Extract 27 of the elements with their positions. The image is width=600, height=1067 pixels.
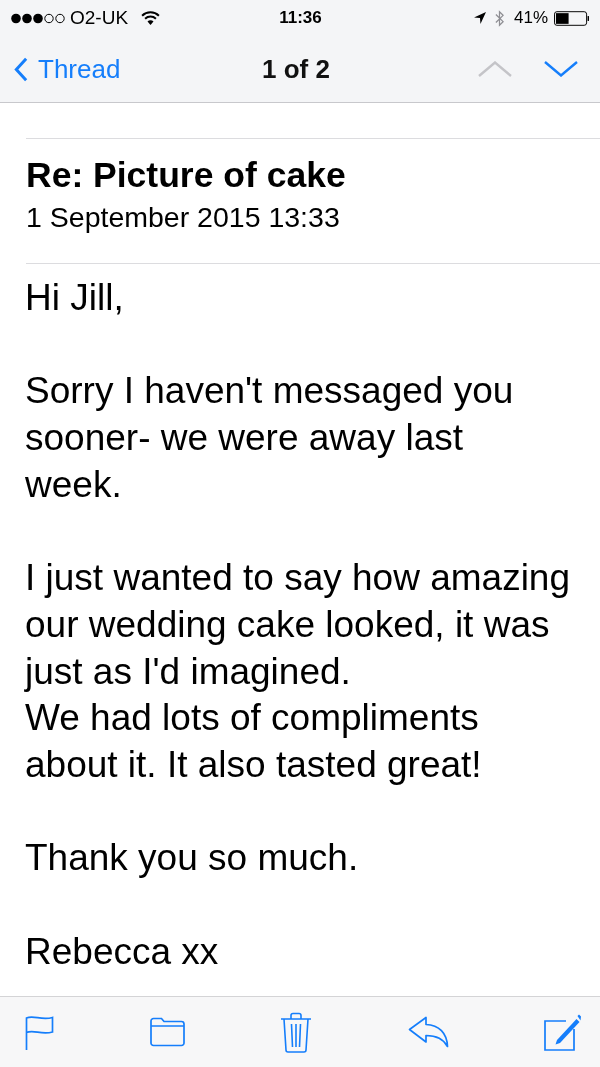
message-subject: Re: Picture of cake bbox=[26, 155, 347, 195]
folder-icon[interactable] bbox=[149, 1017, 185, 1047]
down-chevron-icon bbox=[544, 61, 578, 77]
bluetooth-icon bbox=[494, 9, 504, 27]
back-chevron-icon bbox=[14, 56, 28, 82]
message-date: 1 September 2015 13:33 bbox=[26, 201, 341, 233]
battery-percent: 41% bbox=[513, 8, 548, 28]
body-text: Hi Jill, bbox=[25, 276, 125, 320]
body-text: Sorry I haven't messaged you sooner- we were away last week. bbox=[25, 369, 515, 507]
body-text: We had lots of compliments about it. It also tasted great! bbox=[25, 696, 483, 787]
location-arrow-icon bbox=[473, 12, 486, 24]
message-position: 1 of 2 bbox=[262, 53, 330, 85]
body-text: I just wanted to say how amazing our wedding cake looked, it was just as I'd imagined. bbox=[25, 556, 571, 694]
body-text: Thank you so much. bbox=[25, 836, 360, 881]
wifi-icon bbox=[141, 11, 161, 25]
back-button[interactable]: Thread bbox=[14, 53, 121, 85]
next-message-button[interactable] bbox=[544, 61, 578, 77]
up-chevron-icon bbox=[478, 61, 512, 77]
status-time: 11:36 bbox=[279, 8, 322, 28]
body-text: Rebecca xx bbox=[25, 929, 220, 974]
reply-icon[interactable] bbox=[407, 1016, 449, 1048]
battery-icon bbox=[554, 10, 590, 26]
carrier-name: O2-UK bbox=[70, 7, 129, 29]
compose-icon[interactable] bbox=[544, 1013, 581, 1051]
flag-icon[interactable] bbox=[25, 1014, 54, 1050]
signal-dots-icon bbox=[11, 12, 65, 24]
trash-icon[interactable] bbox=[280, 1011, 312, 1053]
